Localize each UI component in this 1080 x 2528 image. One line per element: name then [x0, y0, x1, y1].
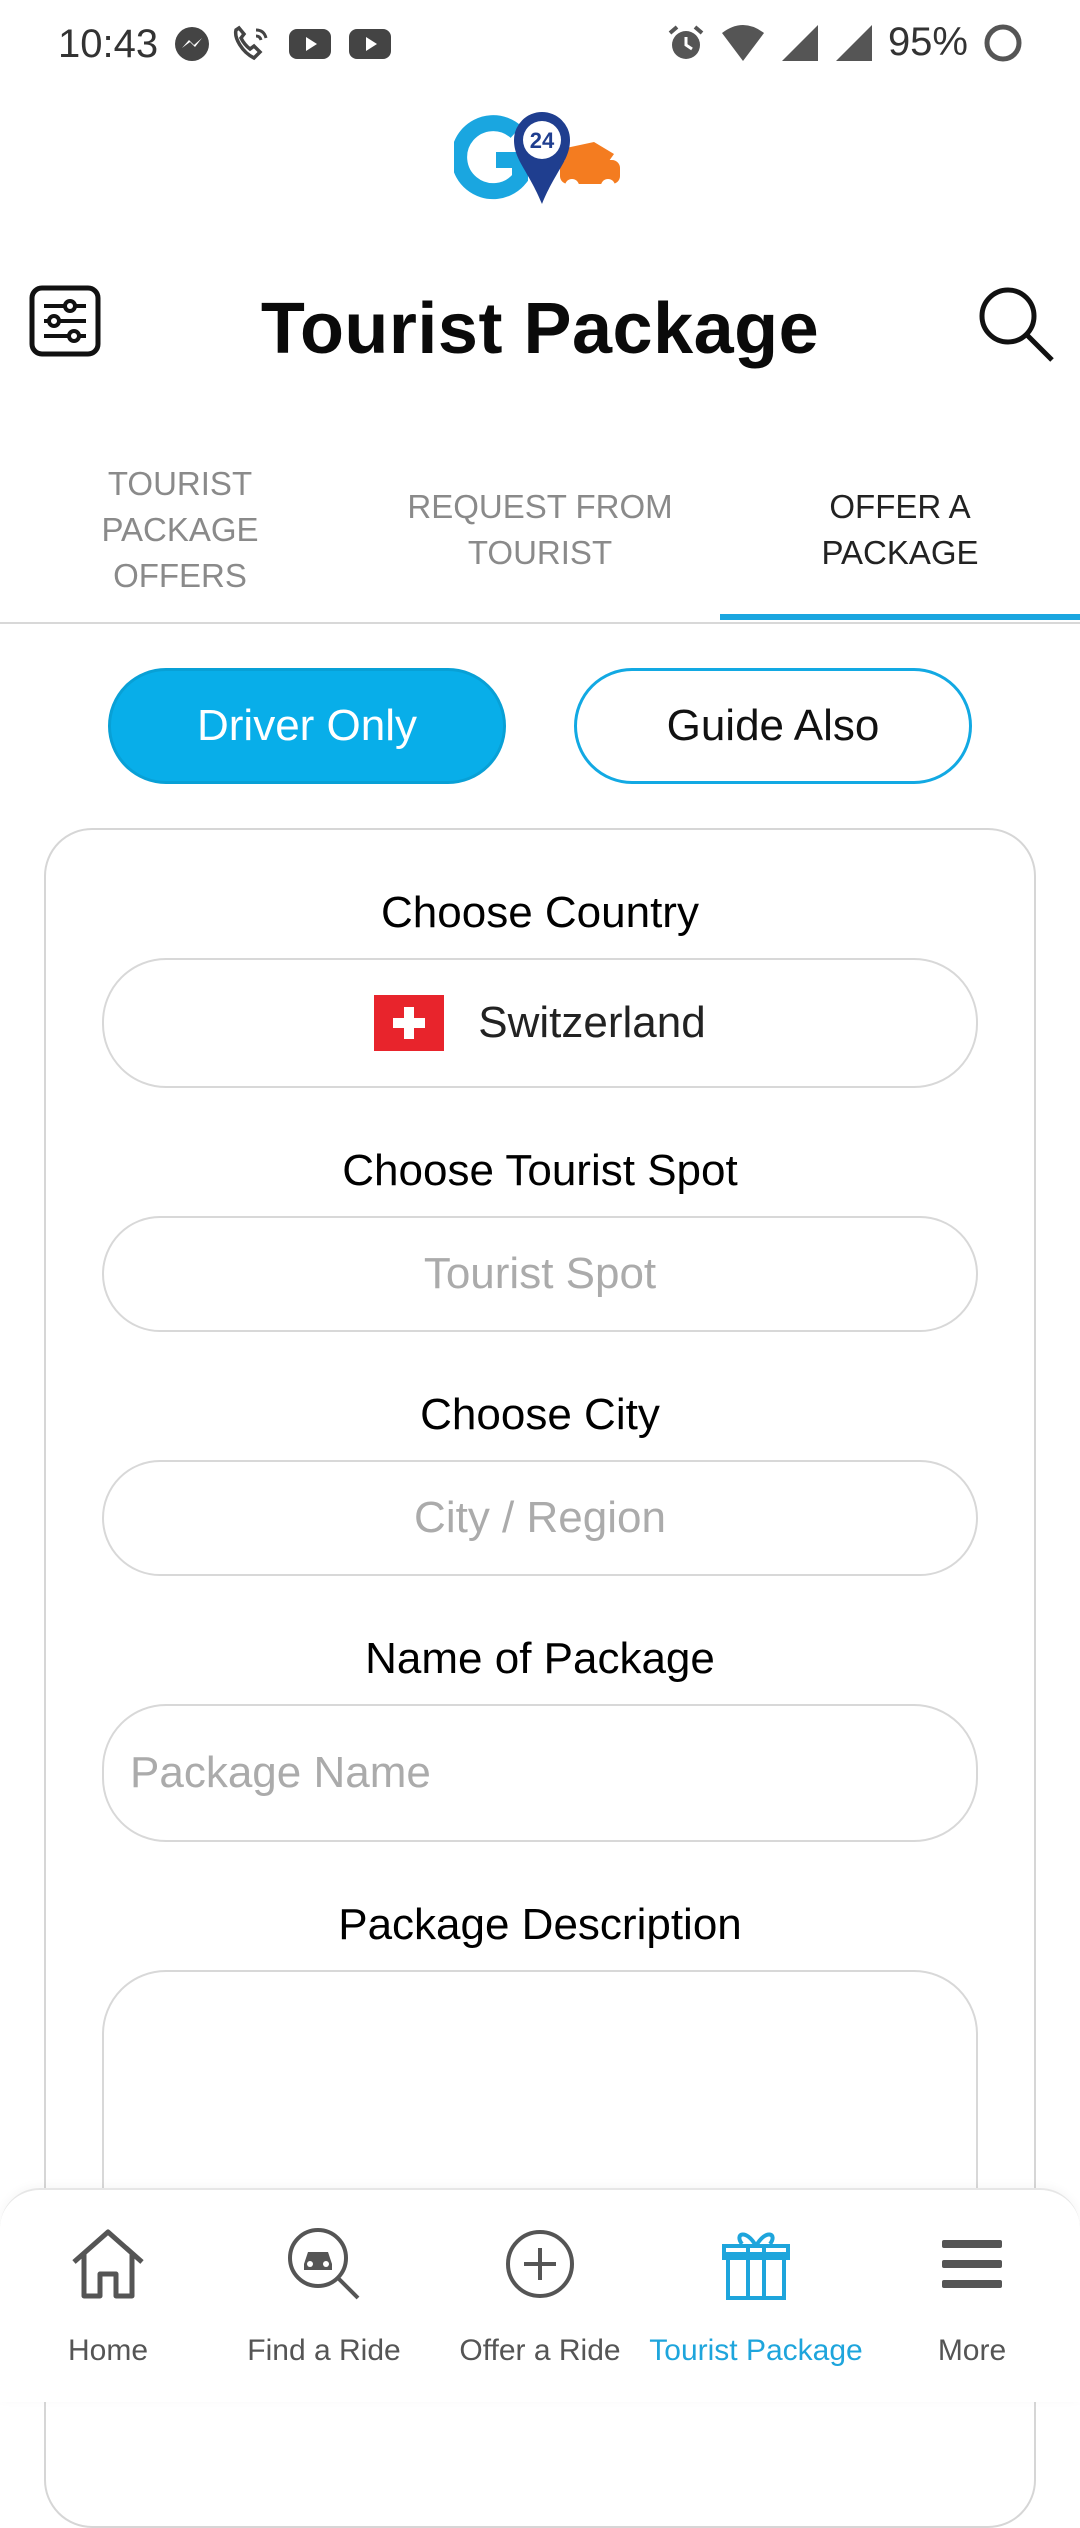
nav-label: Find a Ride — [247, 2334, 401, 2367]
nav-find-a-ride[interactable]: Find a Ride — [216, 2190, 432, 2402]
find-ride-icon — [288, 2228, 360, 2300]
nav-label: Offer a Ride — [459, 2334, 621, 2367]
alarm-icon — [668, 24, 704, 59]
logo-text: 24 — [530, 128, 555, 153]
plus-circle-icon — [506, 2230, 574, 2298]
country-label: Choose Country — [381, 888, 699, 937]
nav-label: Home — [67, 2334, 149, 2367]
battery-percent: 95% — [887, 20, 968, 64]
switzerland-flag-icon — [374, 995, 445, 1051]
country-value: Switzerland — [478, 998, 706, 1047]
search-icon — [979, 287, 1054, 362]
youtube-icon — [289, 29, 331, 59]
tab-request-from-tourist[interactable]: REQUEST FROM TOURIST — [360, 440, 720, 620]
tourist-spot-field[interactable] — [102, 1216, 978, 1332]
bottom-nav: Home Find a Ride Offer a Ride Tourist Pa… — [0, 2188, 1080, 2402]
nav-home[interactable]: Home — [0, 2190, 216, 2402]
app-logo: 24 — [454, 112, 620, 204]
nav-offer-a-ride[interactable]: Offer a Ride — [432, 2190, 648, 2402]
guide-also-button[interactable]: Guide Also — [574, 668, 972, 784]
home-icon — [72, 2229, 144, 2299]
nav-tourist-package[interactable]: Tourist Package — [648, 2190, 864, 2402]
tab-offer-a-package[interactable]: OFFER A PACKAGE — [720, 440, 1080, 620]
tourist-spot-input[interactable] — [104, 1248, 976, 1300]
menu-icon — [942, 2240, 1002, 2288]
status-time: 10:43 — [58, 22, 159, 66]
tab-tourist-package-offers[interactable]: TOURIST PACKAGE OFFERS — [0, 440, 360, 620]
messenger-icon — [175, 27, 209, 61]
tab-bar: TOURIST PACKAGE OFFERS REQUEST FROM TOUR… — [0, 440, 1080, 624]
city-label: Choose City — [420, 1390, 660, 1439]
youtube-icon — [349, 29, 391, 59]
signal-icon — [835, 24, 872, 61]
city-input[interactable] — [104, 1492, 976, 1544]
battery-ring-icon — [984, 24, 1022, 61]
nav-label: More — [937, 2334, 1007, 2367]
driver-only-button[interactable]: Driver Only — [108, 668, 506, 784]
city-field[interactable] — [102, 1460, 978, 1576]
package-name-field[interactable] — [102, 1704, 978, 1842]
status-system-icons: 95% — [666, 20, 1024, 65]
wifi-icon — [721, 24, 764, 61]
search-button[interactable] — [976, 284, 1056, 364]
package-name-label: Name of Package — [365, 1634, 715, 1683]
gift-icon — [722, 2232, 790, 2300]
tab-label: REQUEST FROM TOURIST — [407, 488, 673, 571]
nav-label: Tourist Package — [649, 2334, 863, 2367]
package-name-input[interactable] — [104, 1747, 976, 1799]
nav-more[interactable]: More — [864, 2190, 1080, 2402]
tab-label: TOURIST PACKAGE OFFERS — [101, 465, 259, 594]
status-bar: 10:43 95% — [0, 0, 1080, 92]
tourist-spot-label: Choose Tourist Spot — [342, 1146, 738, 1195]
package-description-label: Package Description — [338, 1900, 742, 1949]
country-select[interactable]: Switzerland — [102, 958, 978, 1088]
status-notification-icons — [172, 24, 392, 64]
tab-active-indicator — [720, 614, 1080, 620]
tab-label: OFFER A PACKAGE — [821, 488, 979, 571]
phone-wifi-icon — [233, 25, 268, 61]
page-title: Tourist Package — [260, 289, 820, 369]
signal-icon — [781, 24, 818, 61]
